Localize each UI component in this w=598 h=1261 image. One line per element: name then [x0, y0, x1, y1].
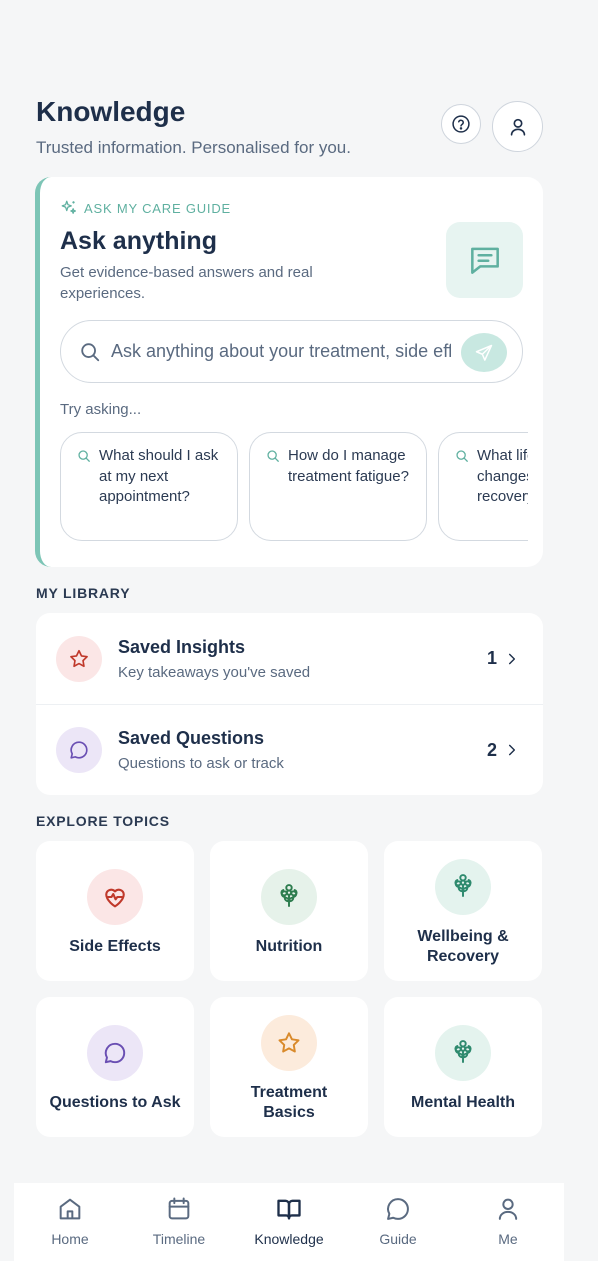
- ask-title: Ask anything: [60, 227, 217, 255]
- library-section-label: MY LIBRARY: [36, 585, 131, 601]
- topic-icon-badge: [261, 869, 317, 925]
- calendar-icon: [168, 1197, 190, 1220]
- nav-me[interactable]: Me: [458, 1195, 558, 1247]
- profile-button[interactable]: [492, 101, 543, 152]
- suggestion-chip[interactable]: What should I ask at my next appointment…: [60, 432, 238, 541]
- flower-icon: [280, 884, 298, 907]
- star-icon: [278, 1032, 300, 1053]
- flower-icon: [454, 1040, 472, 1063]
- send-icon: [475, 344, 493, 361]
- topic-label: Treatment Basics: [250, 1084, 328, 1121]
- nav-knowledge[interactable]: Knowledge: [239, 1195, 339, 1247]
- topic-icon-badge: [87, 869, 143, 925]
- topic-label: Side Effects: [69, 938, 161, 955]
- topic-side-effects[interactable]: Side Effects: [36, 841, 194, 981]
- search-icon: [456, 450, 468, 462]
- ask-eyebrow-label: ASK MY CARE GUIDE: [84, 200, 232, 216]
- home-icon: [59, 1198, 81, 1220]
- topic-label: Nutrition: [255, 938, 323, 955]
- search-icon: [81, 342, 100, 361]
- search-icon: [267, 450, 279, 462]
- person-icon: [498, 1198, 518, 1220]
- topic-icon-badge: [87, 1025, 143, 1081]
- suggestion-chip[interactable]: How do I manage treatment fatigue?: [249, 432, 427, 541]
- heart-pulse-icon: [105, 888, 125, 908]
- ask-care-guide-card: ASK MY CARE GUIDE Ask anything Get evide…: [35, 177, 543, 567]
- search-icon: [78, 450, 90, 462]
- suggestion-text: How do I manage treatment fatigue?: [288, 447, 409, 485]
- saved-insights-count: 1: [486, 648, 497, 668]
- nav-label: Guide: [379, 1231, 417, 1247]
- care-guide-chat-tile: [446, 222, 523, 298]
- saved-insights-row[interactable]: Saved Insights Key takeaways you've save…: [36, 613, 543, 704]
- nav-label: Timeline: [152, 1231, 206, 1247]
- chat-bubble-icon: [387, 1198, 409, 1220]
- send-button[interactable]: [461, 333, 507, 372]
- suggestion-text: What lifestyle changes help recovery?: [477, 447, 528, 505]
- saved-insights-icon-badge: [56, 635, 102, 682]
- ask-description: Get evidence-based answers and real expe…: [60, 264, 313, 302]
- nav-label: Knowledge: [254, 1231, 324, 1247]
- topic-treatment-basics[interactable]: Treatment Basics: [210, 997, 368, 1137]
- ask-eyebrow: ASK MY CARE GUIDE: [60, 199, 231, 217]
- suggestion-text: What should I ask at my next appointment…: [99, 447, 219, 505]
- nav-label: Home: [51, 1231, 89, 1247]
- chevron-right-icon: [508, 653, 516, 664]
- topic-questions-to-ask[interactable]: Questions to Ask: [36, 997, 194, 1137]
- library-card: Saved Insights Key takeaways you've save…: [36, 613, 543, 795]
- suggestion-chip[interactable]: What lifestyle changes help recovery?: [438, 432, 528, 541]
- topics-section-label: EXPLORE TOPICS: [36, 813, 170, 829]
- sparkle-icon: [61, 200, 77, 214]
- saved-questions-icon-badge: [56, 727, 102, 773]
- saved-insights-subtitle: Key takeaways you've saved: [118, 663, 311, 681]
- suggestion-row[interactable]: What should I ask at my next appointment…: [60, 432, 528, 542]
- chevron-right-icon: [508, 744, 516, 756]
- topic-mental-health[interactable]: Mental Health: [384, 997, 542, 1137]
- bottom-nav: Home Timeline Knowledge Guide Me: [14, 1183, 564, 1261]
- topic-label: Wellbeing & Recovery: [417, 928, 509, 965]
- topic-icon-badge: [435, 859, 491, 915]
- saved-insights-title: Saved Insights: [118, 636, 246, 657]
- topic-nutrition[interactable]: Nutrition: [210, 841, 368, 981]
- topic-label: Questions to Ask: [49, 1094, 181, 1111]
- help-icon: [452, 115, 470, 133]
- chat-bubble-icon: [104, 1042, 126, 1064]
- nav-timeline[interactable]: Timeline: [129, 1195, 229, 1247]
- chat-bubble-icon: [70, 741, 88, 759]
- flower-icon: [454, 874, 472, 897]
- topic-label: Mental Health: [410, 1094, 515, 1111]
- star-icon: [70, 649, 88, 667]
- nav-label: Me: [498, 1231, 518, 1247]
- topic-icon-badge: [261, 1015, 317, 1071]
- ask-search-box[interactable]: [60, 320, 523, 383]
- saved-questions-row[interactable]: Saved Questions Questions to ask or trac…: [36, 704, 543, 795]
- person-icon: [510, 118, 525, 136]
- saved-questions-count: 2: [486, 739, 497, 760]
- topic-icon-badge: [435, 1025, 491, 1081]
- saved-questions-title: Saved Questions: [118, 728, 265, 748]
- saved-questions-subtitle: Questions to ask or track: [118, 755, 284, 772]
- help-button[interactable]: [441, 104, 481, 144]
- ask-search-input[interactable]: [111, 341, 451, 362]
- nav-home[interactable]: Home: [20, 1195, 120, 1247]
- topic-wellbeing-recovery[interactable]: Wellbeing & Recovery: [384, 841, 542, 981]
- message-square-icon: [470, 247, 499, 274]
- nav-guide[interactable]: Guide: [348, 1195, 448, 1247]
- try-asking-label: Try asking...: [60, 401, 142, 418]
- book-icon: [277, 1199, 301, 1220]
- page-header: Knowledge Trusted information. Personali…: [36, 96, 544, 158]
